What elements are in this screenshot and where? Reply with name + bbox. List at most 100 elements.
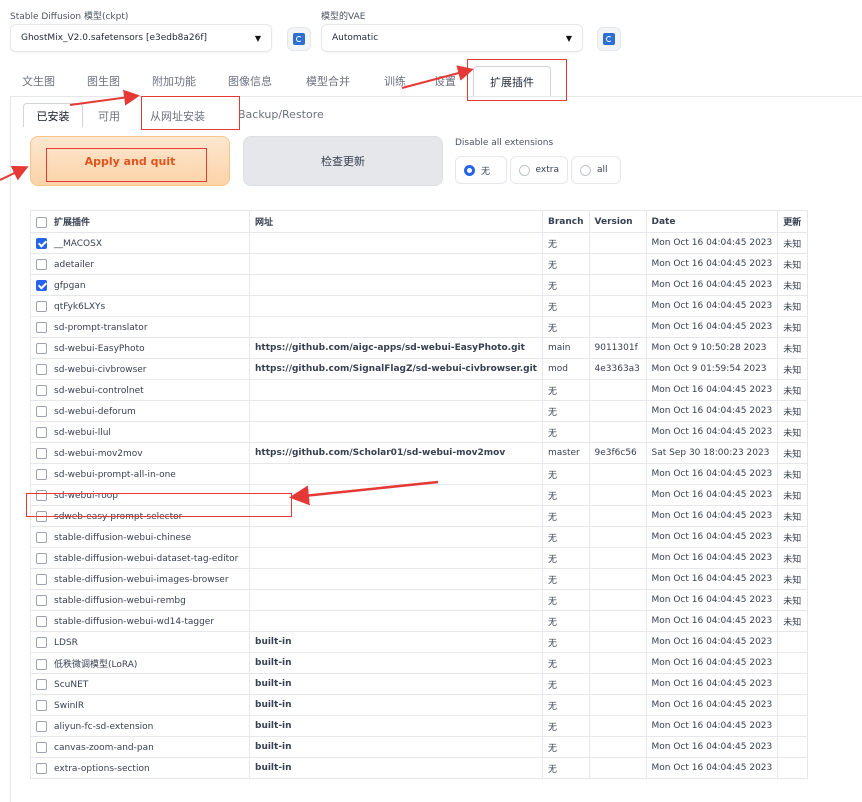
extension-enable-checkbox[interactable] <box>36 300 47 312</box>
table-row: LDSR built-in 无 Mon Oct 16 04:04:45 2023 <box>30 631 809 653</box>
extension-enable-checkbox[interactable] <box>36 426 47 438</box>
subtab-installed[interactable]: 已安装 <box>23 103 83 127</box>
extension-date: Mon Oct 16 04:04:45 2023 <box>645 589 779 611</box>
extension-enable-checkbox[interactable] <box>36 468 47 480</box>
check-updates-button[interactable]: 检查更新 <box>243 136 443 186</box>
extension-name-cell: sd-webui-deforum <box>30 400 250 422</box>
extension-name: sd-webui-EasyPhoto <box>54 343 145 354</box>
refresh-icon <box>603 33 615 45</box>
extension-enable-checkbox[interactable] <box>36 573 47 585</box>
radio-all[interactable]: all <box>571 156 621 184</box>
extension-update: 未知 <box>777 610 809 632</box>
radio-none[interactable]: 无 <box>455 156 507 184</box>
table-row: sd-webui-mov2mov https://github.com/Schol… <box>30 442 809 464</box>
table-row: sd-prompt-translator 无 Mon Oct 16 04:04:45… <box>30 316 809 338</box>
extension-url <box>249 547 543 569</box>
extension-url <box>249 379 543 401</box>
checkpoint-refresh-button[interactable] <box>287 27 311 51</box>
extension-name: adetailer <box>54 259 95 270</box>
extension-version <box>588 232 647 254</box>
extension-enable-checkbox[interactable] <box>36 384 47 396</box>
table-row: SwinIR built-in 无 Mon Oct 16 04:04:45 2023 <box>30 694 809 716</box>
extension-enable-checkbox[interactable] <box>36 363 47 375</box>
extension-enable-checkbox[interactable] <box>36 405 47 417</box>
tab-img2img[interactable]: 图生图 <box>87 73 120 89</box>
select-all-checkbox[interactable] <box>36 217 47 228</box>
tab-train[interactable]: 训练 <box>384 73 406 89</box>
extension-url <box>249 505 543 527</box>
extension-enable-checkbox[interactable] <box>36 594 47 606</box>
subtab-backup-restore[interactable]: Backup/Restore <box>238 108 324 121</box>
extension-enable-checkbox[interactable] <box>36 342 47 354</box>
extension-enable-checkbox[interactable] <box>36 762 47 774</box>
extension-date: Mon Oct 16 04:04:45 2023 <box>645 547 779 569</box>
extension-name-cell: sd-webui-civbrowser <box>30 358 250 380</box>
extension-enable-checkbox[interactable] <box>36 237 47 249</box>
extension-version <box>588 673 647 695</box>
extension-enable-checkbox[interactable] <box>36 552 47 564</box>
tab-extras[interactable]: 附加功能 <box>152 73 196 89</box>
extension-enable-checkbox[interactable] <box>36 720 47 732</box>
tab-png-info[interactable]: 图像信息 <box>228 73 272 89</box>
extension-version <box>588 736 647 758</box>
checkpoint-label: Stable Diffusion 模型(ckpt) <box>10 12 129 22</box>
vae-select[interactable]: Automatic ▼ <box>321 24 583 52</box>
extension-enable-checkbox[interactable] <box>36 741 47 753</box>
table-row: gfpgan 无 Mon Oct 16 04:04:45 2023 未知 <box>30 274 809 296</box>
table-row: ScuNET built-in 无 Mon Oct 16 04:04:45 2023 <box>30 673 809 695</box>
extension-update <box>777 736 809 758</box>
extension-enable-checkbox[interactable] <box>36 615 47 627</box>
extension-update: 未知 <box>777 463 809 485</box>
vae-refresh-button[interactable] <box>597 27 621 51</box>
extension-name-cell: __MACOSX <box>30 232 250 254</box>
extension-enable-checkbox[interactable] <box>36 258 47 270</box>
extension-name: 低秩微调模型(LoRA) <box>54 659 138 670</box>
extension-name-cell: ScuNET <box>30 673 250 695</box>
extension-name-cell: sd-webui-controlnet <box>30 379 250 401</box>
extension-date: Mon Oct 16 04:04:45 2023 <box>645 400 779 422</box>
extension-date: Mon Oct 16 04:04:45 2023 <box>645 526 779 548</box>
extension-url: built-in <box>249 694 543 716</box>
tab-txt2img[interactable]: 文生图 <box>22 73 55 89</box>
extension-enable-checkbox[interactable] <box>36 531 47 543</box>
subtab-available[interactable]: 可用 <box>98 108 120 124</box>
extension-enable-checkbox[interactable] <box>36 658 47 670</box>
table-row: canvas-zoom-and-pan built-in 无 Mon Oct 16 0… <box>30 736 809 758</box>
extension-enable-checkbox[interactable] <box>36 447 47 459</box>
extension-branch: 无 <box>541 757 590 779</box>
extension-update: 未知 <box>777 253 809 275</box>
extension-date: Mon Oct 16 04:04:45 2023 <box>645 379 779 401</box>
extension-date: Sat Sep 30 18:00:23 2023 <box>645 442 779 464</box>
tab-model-merge[interactable]: 模型合并 <box>306 73 350 89</box>
extension-update: 未知 <box>777 505 809 527</box>
extension-update: 未知 <box>777 484 809 506</box>
extension-version <box>588 547 647 569</box>
extension-enable-checkbox[interactable] <box>36 699 47 711</box>
extension-date: Mon Oct 16 04:04:45 2023 <box>645 715 779 737</box>
extension-version <box>588 652 647 674</box>
extension-name: extra-options-section <box>54 763 150 774</box>
extension-name: stable-diffusion-webui-rembg <box>54 595 186 606</box>
extension-branch: 无 <box>541 673 590 695</box>
extension-version <box>588 757 647 779</box>
extension-name-cell: sd-webui-llul <box>30 421 250 443</box>
extension-update: 未知 <box>777 358 809 380</box>
tab-settings[interactable]: 设置 <box>434 73 456 89</box>
extension-url <box>249 568 543 590</box>
table-row: sd-webui-prompt-all-in-one 无 Mon Oct 16 04… <box>30 463 809 485</box>
extension-branch: 无 <box>541 631 590 653</box>
extension-enable-checkbox[interactable] <box>36 678 47 690</box>
extension-name: LDSR <box>54 637 78 648</box>
annotation-box-install-url <box>141 96 240 130</box>
extension-name: sd-webui-controlnet <box>54 385 144 396</box>
extension-enable-checkbox[interactable] <box>36 321 47 333</box>
extension-name-cell: adetailer <box>30 253 250 275</box>
checkpoint-select[interactable]: GhostMix_V2.0.safetensors [e3edb8a26f] ▼ <box>10 24 272 52</box>
extension-update <box>777 673 809 695</box>
extension-enable-checkbox[interactable] <box>36 636 47 648</box>
radio-extra[interactable]: extra <box>510 156 568 184</box>
extension-date: Mon Oct 16 04:04:45 2023 <box>645 421 779 443</box>
extension-version <box>588 610 647 632</box>
extension-update: 未知 <box>777 526 809 548</box>
extension-enable-checkbox[interactable] <box>36 279 47 291</box>
